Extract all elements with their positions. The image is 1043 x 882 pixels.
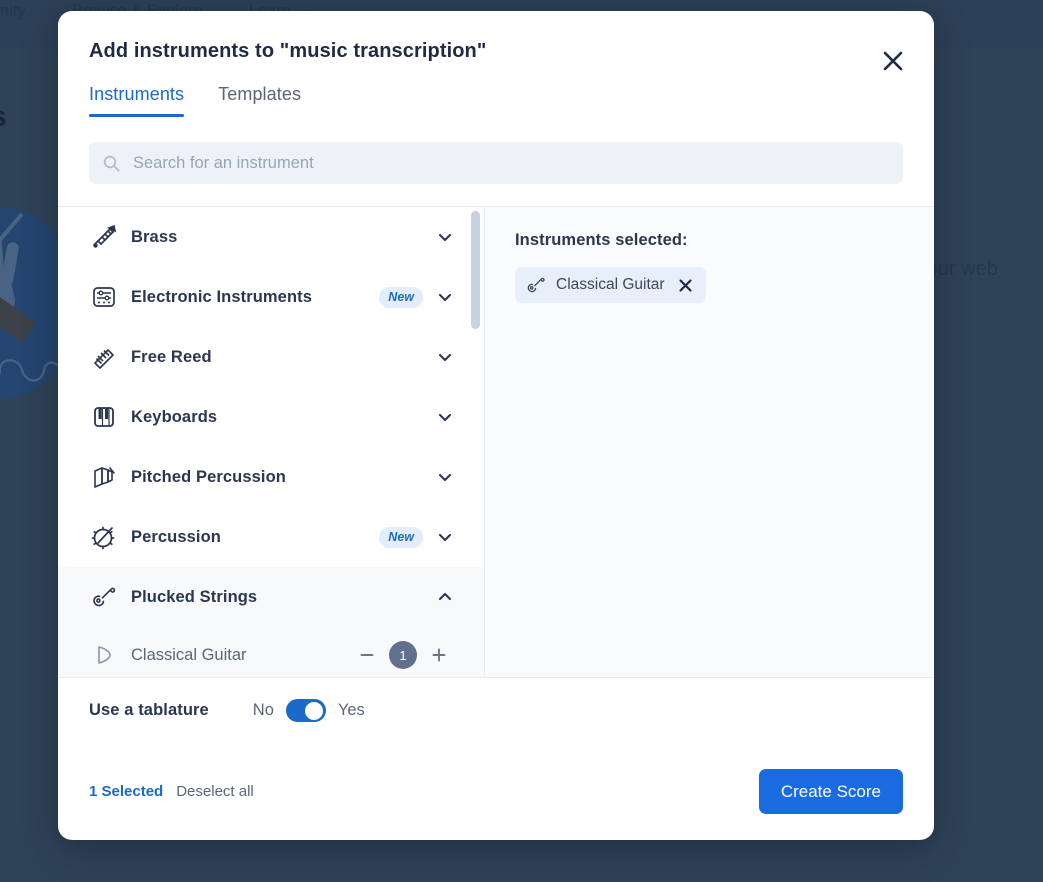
category-row-pitched-percussion[interactable]: Pitched Percussion [58,447,484,507]
instrument-row-classical-guitar[interactable]: Classical Guitar 1 [58,627,484,677]
marimba-icon [89,464,119,490]
tambourine-icon [89,524,119,550]
tablature-label: Use a tablature [89,701,209,719]
new-badge: New [379,526,423,548]
create-score-button[interactable]: Create Score [758,769,903,814]
category-label: Free Reed [131,347,212,366]
dialog-body: Brass Electronic Instruments New Free Re… [58,206,934,677]
tablature-setting-row: Use a tablature No Yes [89,678,903,743]
close-icon[interactable] [876,44,910,78]
category-label: Electronic Instruments [131,287,312,306]
chevron-down-icon [437,349,453,365]
instrument-category-panel: Brass Electronic Instruments New Free Re… [58,207,485,677]
tablature-on-label: Yes [337,701,365,719]
category-row-percussion[interactable]: Percussion New [58,507,484,567]
close-glyph [883,51,903,71]
chevron-up-icon [437,589,453,605]
instrument-shape-icon [89,644,119,666]
tab-instruments[interactable]: Instruments [89,84,185,117]
close-icon [678,278,692,292]
decrement-button[interactable] [353,641,381,669]
synthesizer-icon [89,284,119,310]
accordion-icon [89,344,119,370]
selected-instruments-title: Instruments selected: [515,231,688,249]
remove-instrument-button[interactable] [678,278,693,293]
category-label: Percussion [131,527,221,546]
page-heading: s [0,100,7,134]
search-icon [103,155,120,172]
selected-count-label[interactable]: 1 Selected [89,783,163,800]
dialog-footer: Use a tablature No Yes 1 Selected Desele… [58,677,934,840]
chevron-down-icon [437,229,453,245]
guitar-icon [526,275,546,295]
instrument-label: Classical Guitar [131,645,247,664]
category-row-keyboards[interactable]: Keyboards [58,387,484,447]
toggle-knob [305,701,324,720]
deselect-all-button[interactable]: Deselect all [176,783,254,800]
category-label: Brass [131,227,178,246]
category-row-brass[interactable]: Brass [58,207,484,267]
selected-instruments-panel: Instruments selected: Classical Guitar [485,207,934,677]
tab-templates[interactable]: Templates [218,84,301,117]
guitar-icon [89,584,119,610]
trumpet-icon [89,224,119,250]
chevron-down-icon [437,289,453,305]
dialog-tabs: Instruments Templates [89,84,902,117]
chip-label: Classical Guitar [556,276,665,293]
chevron-down-icon [437,409,453,425]
search-box[interactable] [89,142,903,184]
selected-instrument-chip: Classical Guitar [515,267,706,303]
dialog-actions-row: 1 Selected Deselect all Create Score [89,743,903,840]
checkmark-shape [0,212,24,243]
category-label: Pitched Percussion [131,467,286,486]
dialog-title: Add instruments to "music transcription" [89,40,487,62]
chevron-down-icon [437,529,453,545]
new-badge: New [379,286,423,308]
increment-button[interactable] [425,641,453,669]
search-input[interactable] [131,152,889,174]
category-row-free-reed[interactable]: Free Reed [58,327,484,387]
tablature-off-label: No [252,701,274,719]
instrument-count-badge: 1 [389,641,417,669]
category-row-electronic-instruments[interactable]: Electronic Instruments New [58,267,484,327]
add-instruments-dialog: Add instruments to "music transcription"… [58,11,934,840]
scrollbar-thumb[interactable] [471,211,480,329]
nav-item-community[interactable]: nity [0,2,26,21]
tablature-toggle[interactable] [285,699,326,722]
category-list-scrollbar[interactable] [471,211,480,673]
chevron-down-icon [437,469,453,485]
category-label: Plucked Strings [131,587,258,606]
category-row-plucked-strings[interactable]: Plucked Strings [58,567,484,627]
squiggle-shape [0,359,64,382]
piano-keys-icon [89,404,119,430]
dialog-header: Add instruments to "music transcription"… [58,11,934,117]
search-section [58,117,934,184]
quantity-stepper: 1 [353,641,453,669]
category-label: Keyboards [131,407,218,426]
category-list: Brass Electronic Instruments New Free Re… [58,207,484,677]
